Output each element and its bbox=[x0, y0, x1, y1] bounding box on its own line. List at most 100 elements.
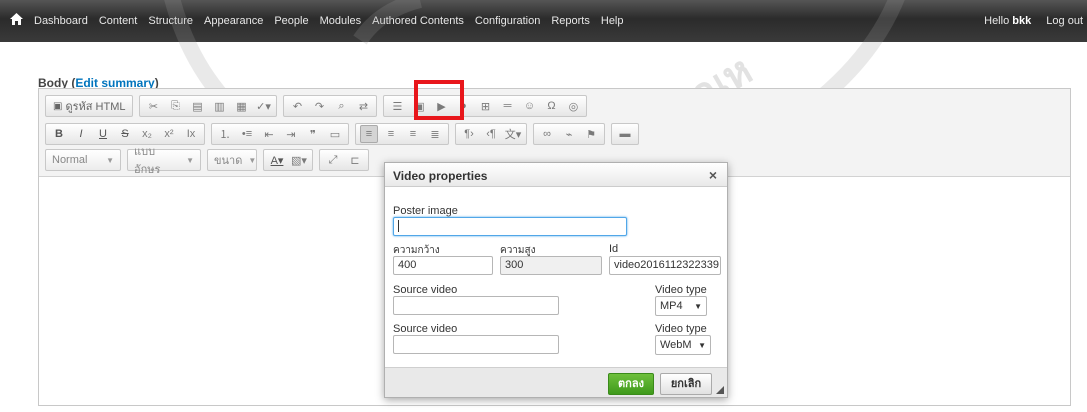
logout-link[interactable]: Log out bbox=[1046, 15, 1083, 27]
bg-color-icon[interactable]: ▧▾ bbox=[290, 151, 308, 169]
menu-item-configuration[interactable]: Configuration bbox=[475, 15, 540, 27]
menu-item-help[interactable]: Help bbox=[601, 15, 624, 27]
misc-group: ▬ bbox=[611, 123, 639, 145]
indent-icon[interactable]: ⇥ bbox=[282, 125, 300, 143]
source-video-input-2[interactable] bbox=[393, 335, 559, 354]
strike-icon[interactable]: S bbox=[116, 125, 134, 143]
video-type-select-1[interactable]: MP4 ▼ bbox=[655, 296, 707, 316]
source-video-input-1[interactable] bbox=[393, 296, 559, 315]
maximize-icon[interactable]: ⤢ bbox=[324, 151, 342, 169]
size-combo[interactable]: ขนาด ▼ bbox=[207, 149, 257, 171]
outdent-icon[interactable]: ⇤ bbox=[260, 125, 278, 143]
subscript-icon[interactable]: x₂ bbox=[138, 125, 156, 143]
language-icon[interactable]: 文▾ bbox=[504, 125, 522, 143]
superscript-icon[interactable]: x² bbox=[160, 125, 178, 143]
unlink-icon[interactable]: ⌁ bbox=[560, 125, 578, 143]
undo-icon[interactable]: ↶ bbox=[288, 97, 306, 115]
menu-item-reports[interactable]: Reports bbox=[551, 15, 590, 27]
height-input[interactable]: 300 bbox=[500, 256, 602, 275]
blockquote-icon[interactable]: ❞ bbox=[304, 125, 322, 143]
admin-toolbar: Dashboard Content Structure Appearance P… bbox=[0, 0, 1087, 42]
justify-icon[interactable]: ≣ bbox=[426, 125, 444, 143]
source-button[interactable]: ▣ ดูรหัส HTML bbox=[50, 97, 128, 115]
dialog-footer: ตกลง ยกเลิก bbox=[385, 367, 727, 397]
text-caret bbox=[398, 220, 399, 233]
chevron-down-icon: ▼ bbox=[186, 155, 194, 165]
menu-item-modules[interactable]: Modules bbox=[320, 15, 362, 27]
chevron-down-icon: ▼ bbox=[106, 155, 114, 165]
special-char-icon[interactable]: Ω bbox=[542, 97, 560, 115]
id-input[interactable]: video2016112322339 bbox=[609, 256, 721, 275]
find-icon[interactable]: ⌕ bbox=[332, 97, 350, 115]
menu-item-appearance[interactable]: Appearance bbox=[204, 15, 263, 27]
history-group: ↶ ↷ ⌕ ⇄ bbox=[283, 95, 378, 117]
source-label: ดูรหัส HTML bbox=[65, 101, 126, 113]
text-color-icon[interactable]: A▾ bbox=[268, 151, 286, 169]
menu-item-authored-contents[interactable]: Authored Contents bbox=[372, 15, 464, 27]
poster-input[interactable] bbox=[393, 217, 627, 236]
font-combo[interactable]: แบบอักษร ▼ bbox=[127, 146, 201, 176]
source-video-label-2: Source video bbox=[393, 323, 458, 335]
iframe-icon[interactable]: ◎ bbox=[564, 97, 582, 115]
align-right-icon[interactable]: ≡ bbox=[404, 125, 422, 143]
form-icon[interactable]: ▬ bbox=[616, 125, 634, 143]
admin-menu: Dashboard Content Structure Appearance P… bbox=[34, 15, 635, 27]
source-icon: ▣ bbox=[53, 100, 63, 112]
paste-text-icon[interactable]: ▥ bbox=[210, 97, 228, 115]
spellcheck-icon[interactable]: ✓▾ bbox=[254, 97, 272, 115]
list-group: ⒈ •≡ ⇤ ⇥ ❞ ▭ bbox=[211, 123, 349, 145]
tools-group: ⤢ ⊏ bbox=[319, 149, 369, 171]
align-left-icon[interactable]: ≡ bbox=[360, 125, 378, 143]
align-center-icon[interactable]: ≡ bbox=[382, 125, 400, 143]
video-type-label-2: Video type bbox=[655, 323, 707, 335]
paste-word-icon[interactable]: ▦ bbox=[232, 97, 250, 115]
dialog-title-bar[interactable]: Video properties × bbox=[385, 163, 727, 187]
cancel-button[interactable]: ยกเลิก bbox=[660, 373, 712, 395]
chevron-down-icon: ▼ bbox=[694, 301, 702, 311]
toolbar-row-3: Normal ▼ แบบอักษร ▼ ขนาด ▼ A▾ ▧▾ ⤢ ⊏ bbox=[45, 146, 375, 176]
numbered-list-icon[interactable]: ⒈ bbox=[216, 125, 234, 143]
redo-icon[interactable]: ↷ bbox=[310, 97, 328, 115]
video-type-label-1: Video type bbox=[655, 284, 707, 296]
ok-button[interactable]: ตกลง bbox=[608, 373, 654, 395]
chevron-down-icon: ▼ bbox=[698, 340, 706, 350]
smiley-icon[interactable]: ☺ bbox=[520, 97, 538, 115]
highlight-box bbox=[414, 80, 464, 120]
table-icon[interactable]: ⊞ bbox=[476, 97, 494, 115]
resize-grip-icon[interactable] bbox=[716, 386, 724, 394]
horizontal-rule-icon[interactable]: ═ bbox=[498, 97, 516, 115]
underline-icon[interactable]: U bbox=[94, 125, 112, 143]
source-group: ▣ ดูรหัส HTML bbox=[45, 95, 134, 117]
remove-format-icon[interactable]: Ix bbox=[182, 125, 200, 143]
width-input[interactable]: 400 bbox=[393, 256, 493, 275]
username[interactable]: bkk bbox=[1012, 15, 1031, 27]
video-type-select-2[interactable]: WebM ▼ bbox=[655, 335, 711, 355]
menu-item-content[interactable]: Content bbox=[99, 15, 138, 27]
video-properties-dialog: Video properties × Poster image ความกว้า… bbox=[384, 162, 728, 398]
direction-group: ¶› ‹¶ 文▾ bbox=[455, 123, 527, 145]
menu-item-dashboard[interactable]: Dashboard bbox=[34, 15, 88, 27]
home-icon[interactable] bbox=[10, 13, 24, 27]
div-icon[interactable]: ▭ bbox=[326, 125, 344, 143]
copy-icon[interactable]: ⎘ bbox=[166, 97, 184, 115]
chevron-down-icon: ▼ bbox=[248, 155, 257, 165]
bulleted-list-icon[interactable]: •≡ bbox=[238, 125, 256, 143]
link-icon[interactable]: ∞ bbox=[538, 125, 556, 143]
show-blocks-icon[interactable]: ⊏ bbox=[346, 151, 364, 169]
select-all-icon[interactable]: ☰ bbox=[388, 97, 406, 115]
italic-icon[interactable]: I bbox=[72, 125, 90, 143]
ltr-icon[interactable]: ¶› bbox=[460, 125, 478, 143]
cut-icon[interactable]: ✂ bbox=[144, 97, 162, 115]
paste-icon[interactable]: ▤ bbox=[188, 97, 206, 115]
dialog-title: Video properties bbox=[393, 169, 488, 183]
basic-styles-group: B I U S x₂ x² Ix bbox=[45, 123, 205, 145]
replace-icon[interactable]: ⇄ bbox=[354, 97, 372, 115]
rtl-icon[interactable]: ‹¶ bbox=[482, 125, 500, 143]
anchor-icon[interactable]: ⚑ bbox=[582, 125, 600, 143]
format-combo[interactable]: Normal ▼ bbox=[45, 149, 121, 171]
close-icon[interactable]: × bbox=[709, 167, 717, 183]
menu-item-people[interactable]: People bbox=[274, 15, 308, 27]
menu-item-structure[interactable]: Structure bbox=[148, 15, 193, 27]
id-label: Id bbox=[609, 243, 619, 255]
bold-icon[interactable]: B bbox=[50, 125, 68, 143]
